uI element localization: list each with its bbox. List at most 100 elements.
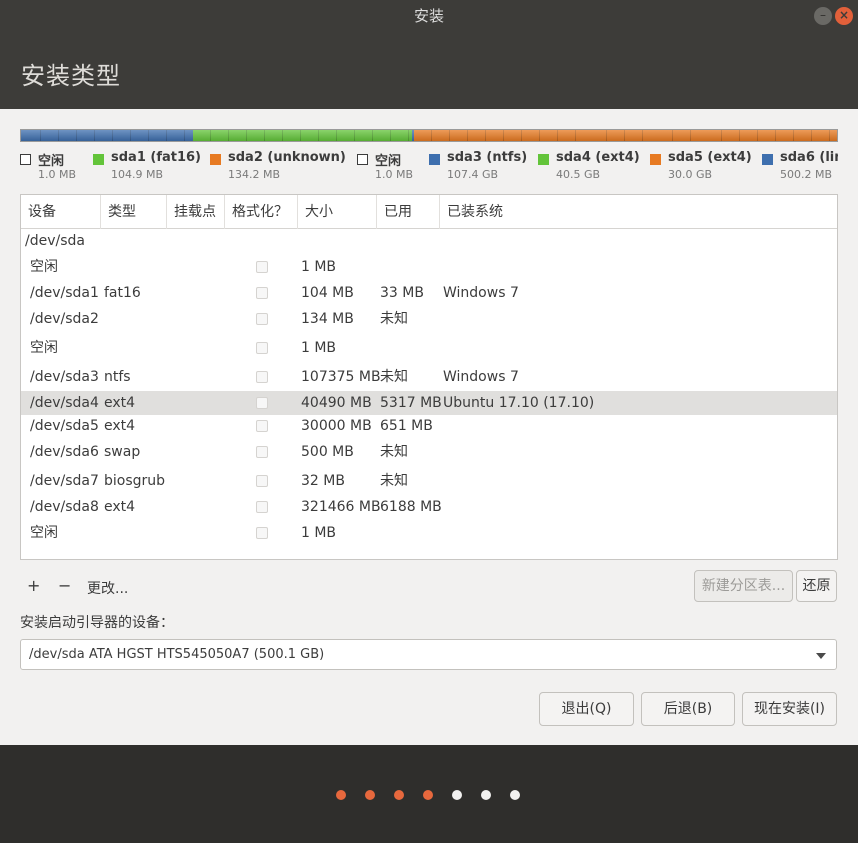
dropdown-arrow-icon [816,653,826,659]
remove-partition-button[interactable]: − [58,576,71,595]
install-now-button[interactable]: 现在安装(I) [742,692,837,726]
col-format[interactable]: 格式化？ [225,195,298,229]
format-checkbox[interactable] [256,527,268,539]
add-partition-button[interactable]: + [27,576,40,595]
progress-dot [481,790,491,800]
format-checkbox[interactable] [256,342,268,354]
cell-type: ext4 [104,395,136,411]
format-checkbox[interactable] [256,420,268,432]
table-row[interactable]: /dev/sda6 swap 500 MB 未知 [21,440,837,464]
col-used[interactable]: 已用 [377,195,440,229]
cell-type: ext4 [104,418,136,434]
legend-name: 空闲 [38,154,65,169]
legend-swatch [429,154,440,165]
cell-system: Windows 7 [443,369,519,385]
page-title: 安装类型 [21,62,121,90]
table-row[interactable]: /dev/sda8 ext4 321466 MB 6188 MB [21,495,837,519]
format-checkbox[interactable] [256,371,268,383]
table-row[interactable]: 空闲 1 MB [21,521,837,545]
cell-used: 651 MB [380,418,433,434]
table-row[interactable]: 空闲 1 MB [21,336,837,360]
legend-swatch [650,154,661,165]
legend-swatch [210,154,221,165]
table-row[interactable]: /dev/sda2 134 MB 未知 [21,307,837,331]
format-checkbox[interactable] [256,446,268,458]
format-checkbox[interactable] [256,397,268,409]
table-row[interactable]: /dev/sda1 fat16 104 MB 33 MB Windows 7 [21,281,837,305]
cell-system: Ubuntu 17.10 (17.10) [443,395,595,411]
table-row[interactable]: /dev/sda4 ext4 40490 MB 5317 MB Ubuntu 17.10… [21,391,837,415]
close-button[interactable]: × [835,7,853,25]
format-checkbox[interactable] [256,313,268,325]
table-row[interactable]: /dev/sda5 ext4 30000 MB 651 MB [21,414,837,438]
legend-swatch [93,154,104,165]
legend-size: 1.0 MB [38,168,77,181]
bootloader-device-value: /dev/sda ATA HGST HTS545050A7 (500.1 GB) [29,647,325,662]
cell-type: fat16 [104,285,141,301]
table-header: 设备 类型 挂载点 格式化？ 大小 已用 已装系统 [21,195,837,229]
table-row[interactable]: /dev/sda3 ntfs 107375 MB 未知 Windows 7 [21,365,837,389]
cell-device: 空闲 [30,340,58,356]
legend-swatch [762,154,773,165]
new-partition-table-button[interactable]: 新建分区表... [694,570,793,602]
back-button[interactable]: 后退(B) [641,692,735,726]
legend-swatch [357,154,368,165]
cell-size: 500 MB [301,444,354,460]
cell-device: /dev/sda5 [30,418,99,434]
cell-device: /dev/sda3 [30,369,99,385]
col-system[interactable]: 已装系统 [440,195,837,229]
cell-device: /dev/sda2 [30,311,99,327]
cell-size: 1 MB [301,525,337,541]
legend-swatch [20,154,31,165]
format-checkbox[interactable] [256,475,268,487]
cell-used: 33 MB [380,285,424,301]
cell-size: 321466 MB [301,499,381,515]
table-row[interactable]: /dev/sda7 biosgrub 32 MB 未知 [21,469,837,493]
cell-size: 134 MB [301,311,354,327]
minimize-button[interactable]: – [814,7,832,25]
col-device[interactable]: 设备 [21,195,101,229]
cell-system: Windows 7 [443,285,519,301]
partition-table[interactable]: 设备 类型 挂载点 格式化？ 大小 已用 已装系统 /dev/sda 空闲 1 M… [20,194,838,560]
legend-size: 134.2 MB [228,168,281,181]
progress-dot [365,790,375,800]
cell-device: /dev/sda7 [30,473,99,489]
partition-legend: 空闲 1.0 MB sda1 (fat16) 104.9 MB sda2 (unknow… [20,151,838,187]
cell-device: /dev/sda8 [30,499,99,515]
cell-type: swap [104,444,141,460]
legend-size: 500.2 MB [780,168,833,181]
format-checkbox[interactable] [256,287,268,299]
partition-bar-segment [588,130,656,141]
quit-button[interactable]: 退出(Q) [539,692,634,726]
legend-size: 104.9 MB [111,168,164,181]
progress-dot [423,790,433,800]
bootloader-device-select[interactable]: /dev/sda ATA HGST HTS545050A7 (500.1 GB) [20,639,837,670]
col-type[interactable]: 类型 [101,195,167,229]
format-checkbox[interactable] [256,501,268,513]
legend-name: sda1 (fat16) [111,151,202,165]
legend-size: 40.5 GB [556,168,601,181]
cell-type: biosgrub [104,473,166,489]
legend-name: 空闲 [375,154,402,169]
cell-size: 30000 MB [301,418,372,434]
cell-used: 未知 [380,311,408,327]
progress-dot [336,790,346,800]
cell-size: 40490 MB [301,395,372,411]
col-size[interactable]: 大小 [298,195,377,229]
col-mountpoint[interactable]: 挂载点 [167,195,225,229]
format-checkbox[interactable] [256,261,268,273]
cell-device: /dev/sda4 [30,395,99,411]
cell-used: 未知 [380,473,408,489]
window-title: 安装 [413,7,444,25]
partition-bar-segment [22,130,194,141]
change-partition-button[interactable]: 更改... [87,578,128,598]
table-row[interactable]: 空闲 1 MB [21,255,837,279]
disk-group-label[interactable]: /dev/sda [25,233,85,249]
partition-bar-segment [655,130,705,141]
partition-bar-segment [193,130,413,141]
revert-button[interactable]: 还原 [796,570,837,602]
legend-name: sda2 (unknown) [228,151,346,165]
cell-type: ntfs [104,369,131,385]
progress-dot [452,790,462,800]
cell-size: 1 MB [301,340,337,356]
